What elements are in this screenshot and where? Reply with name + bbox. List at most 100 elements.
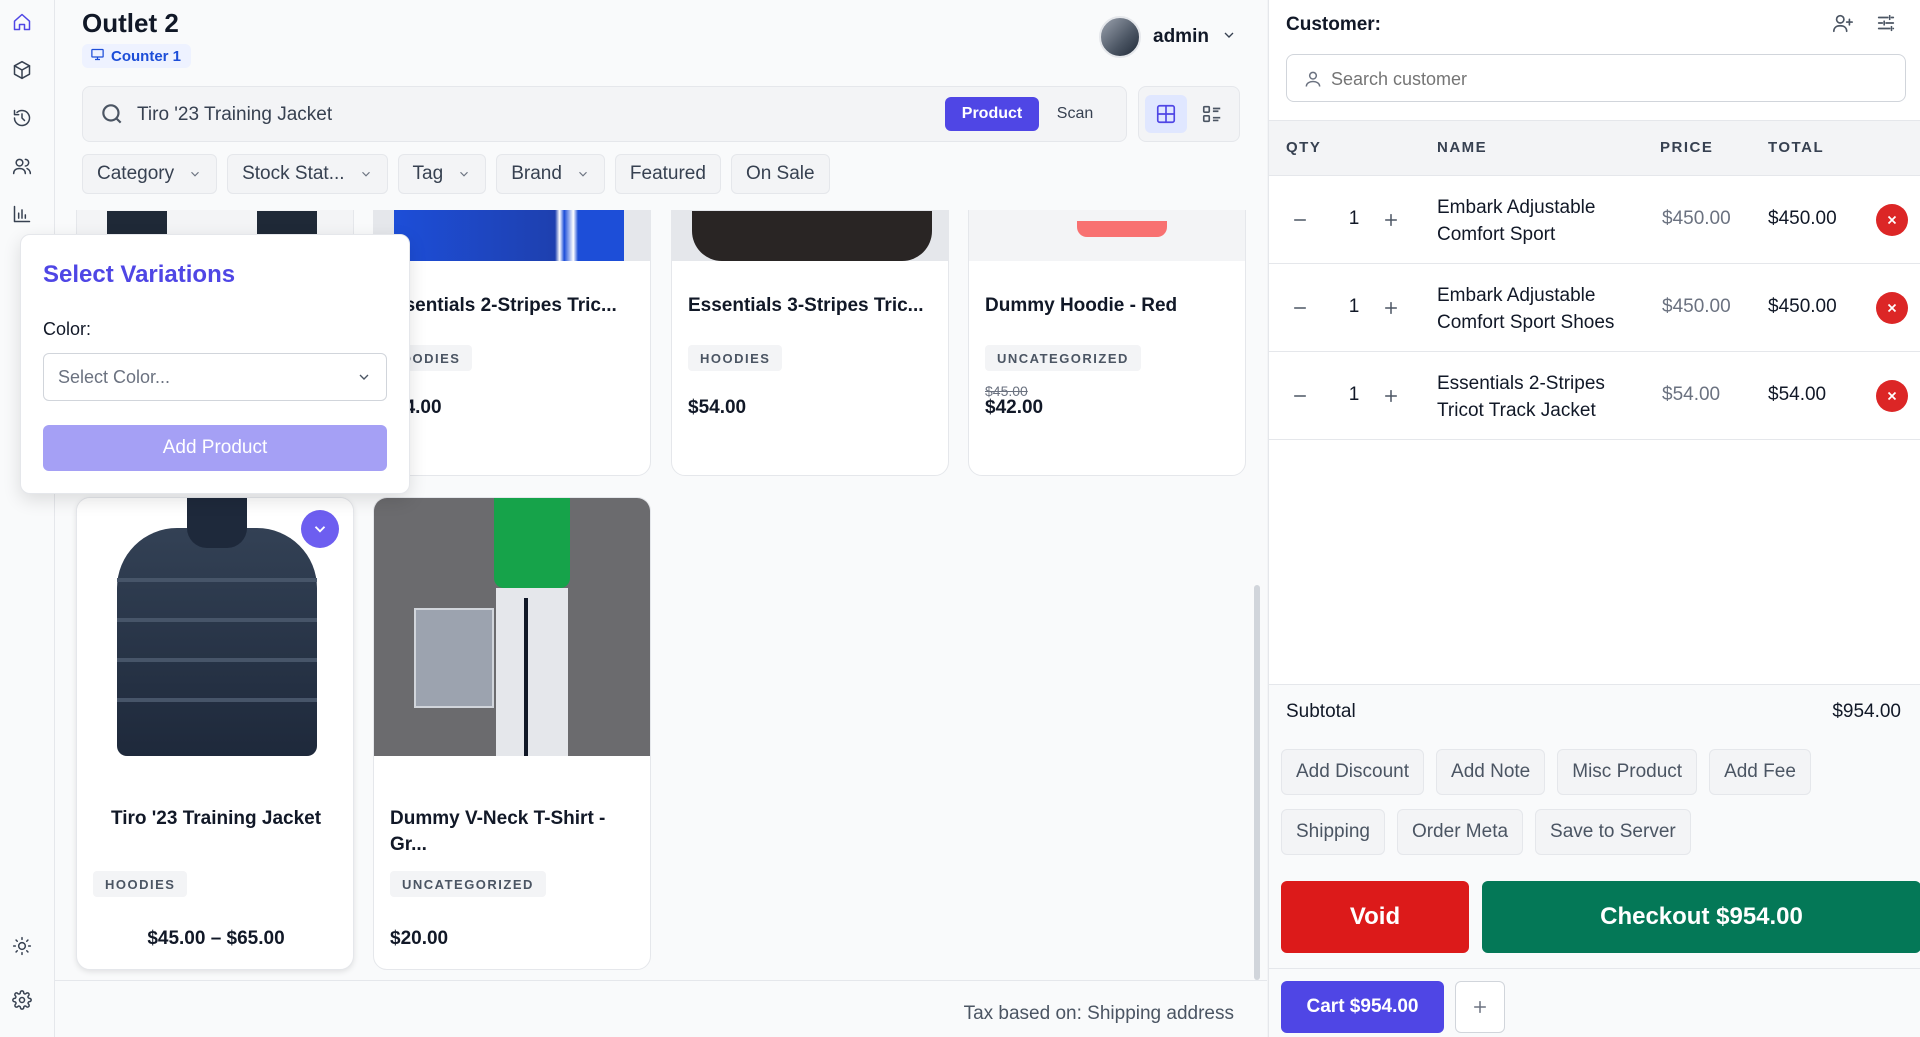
product-title: Tiro '23 Training Jacket [110, 808, 322, 829]
item-price: $54.00 [1662, 384, 1721, 405]
cart-summary: Subtotal $954.00 Add Discount Add Note M… [1269, 684, 1920, 1037]
add-fee-button[interactable]: Add Fee [1709, 749, 1811, 795]
color-select-value: Select Color... [58, 366, 171, 387]
filter-brand[interactable]: Brand [496, 154, 605, 194]
customers-icon[interactable] [10, 154, 34, 178]
settings-gear-icon[interactable] [10, 988, 34, 1012]
misc-product-button[interactable]: Misc Product [1557, 749, 1698, 795]
avatar [1099, 16, 1141, 58]
product-card[interactable]: Essentials 3-Stripes Tric... HOODIES $54… [671, 210, 949, 476]
cart-line-item: 1 Embark Adjustable Comfort Sport Shoes … [1269, 264, 1920, 352]
decrease-qty-button[interactable] [1288, 208, 1312, 232]
column-qty: QTY [1286, 139, 1322, 156]
chevron-down-icon [359, 374, 369, 380]
column-total: TOTAL [1768, 139, 1825, 156]
add-product-button[interactable]: Add Product [43, 425, 387, 471]
cart-line-item: 1 Embark Adjustable Comfort Sport $450.0… [1269, 176, 1920, 264]
select-variations-popup: Select Variations Color: Select Color...… [20, 234, 410, 494]
item-qty[interactable]: 1 [1339, 208, 1369, 230]
product-category: UNCATEGORIZED [985, 345, 1141, 371]
popup-title: Select Variations [43, 261, 236, 288]
cart-actions-row: Shipping Order Meta Save to Server [1281, 809, 1691, 855]
increase-qty-button[interactable] [1379, 296, 1403, 320]
void-button[interactable]: Void [1281, 881, 1469, 953]
product-image [969, 210, 1245, 261]
chevron-down-icon [191, 171, 200, 177]
remove-item-button[interactable] [1876, 204, 1908, 236]
plus-icon [1385, 390, 1397, 402]
product-card[interactable]: ssentials 2-Stripes Tric... HOODIES 54.0… [373, 210, 651, 476]
list-icon [1202, 105, 1221, 123]
view-toggle [1138, 86, 1240, 142]
footer-bar: Tax based on: Shipping address [55, 980, 1267, 1037]
monitor-icon [90, 47, 105, 66]
product-card[interactable]: Dummy V-Neck T-Shirt - Gr... UNCATEGORIZ… [373, 497, 651, 970]
product-card[interactable]: Tiro '23 Training Jacket HOODIES $45.00 … [76, 497, 354, 970]
filter-category[interactable]: Category [82, 154, 218, 194]
product-image [672, 210, 948, 261]
close-icon [1887, 215, 1897, 225]
search-mode-product-button[interactable]: Product [945, 97, 1039, 131]
save-to-server-button[interactable]: Save to Server [1535, 809, 1691, 855]
cart-tab[interactable]: Cart $954.00 [1281, 981, 1444, 1033]
item-total: $54.00 [1768, 384, 1827, 405]
add-customer-icon[interactable] [1832, 12, 1856, 36]
decrease-qty-button[interactable] [1288, 296, 1312, 320]
cart-panel: Customer: QTY NAME PRICE TOTAL 1 Embark … [1268, 0, 1920, 1037]
products-box-icon[interactable] [10, 58, 34, 82]
list-view-button[interactable] [1191, 95, 1233, 133]
user-menu[interactable]: admin [1099, 16, 1237, 58]
chevron-down-icon [460, 171, 469, 177]
theme-sun-icon[interactable] [10, 934, 34, 958]
plus-icon [1385, 302, 1397, 314]
filter-stock-status[interactable]: Stock Stat... [227, 154, 388, 194]
product-category: HOODIES [688, 345, 783, 371]
increase-qty-button[interactable] [1379, 208, 1403, 232]
product-title: Dummy V-Neck T-Shirt - Gr... [390, 808, 606, 855]
add-cart-button[interactable] [1455, 981, 1505, 1033]
decrease-qty-button[interactable] [1288, 384, 1312, 408]
product-search-input[interactable] [137, 99, 917, 131]
shipping-button[interactable]: Shipping [1281, 809, 1385, 855]
add-discount-button[interactable]: Add Discount [1281, 749, 1425, 795]
home-icon[interactable] [10, 10, 34, 34]
add-note-button[interactable]: Add Note [1436, 749, 1546, 795]
column-price: PRICE [1660, 139, 1714, 156]
chevron-down-icon [578, 171, 587, 177]
color-select[interactable]: Select Color... [43, 353, 387, 401]
product-card[interactable]: Dummy Hoodie - Red UNCATEGORIZED $45.00 … [968, 210, 1246, 476]
cart-table-header: QTY NAME PRICE TOTAL [1269, 120, 1920, 176]
filter-row: Category Stock Stat... Tag Brand Feature… [82, 154, 830, 194]
reports-chart-icon[interactable] [10, 202, 34, 226]
customer-search-input[interactable] [1331, 65, 1891, 93]
history-icon[interactable] [10, 106, 34, 130]
filter-tag[interactable]: Tag [397, 154, 487, 194]
search-mode-scan-button[interactable]: Scan [1045, 97, 1105, 131]
item-price: $450.00 [1662, 296, 1731, 317]
item-price: $450.00 [1662, 208, 1731, 229]
remove-item-button[interactable] [1876, 292, 1908, 324]
customer-label: Customer: [1286, 14, 1382, 35]
plus-icon [1385, 214, 1397, 226]
variation-toggle-button[interactable] [301, 510, 339, 548]
user-name: admin [1153, 26, 1209, 47]
product-title: Dummy Hoodie - Red [985, 295, 1178, 316]
counter-badge[interactable]: Counter 1 [82, 44, 192, 68]
increase-qty-button[interactable] [1379, 384, 1403, 408]
item-name: Embark Adjustable Comfort Sport Shoes [1437, 285, 1615, 333]
chevron-down-icon [314, 526, 326, 533]
filter-on-sale[interactable]: On Sale [730, 154, 830, 194]
sliders-settings-icon[interactable] [1875, 12, 1899, 36]
order-meta-button[interactable]: Order Meta [1396, 809, 1524, 855]
close-icon [1887, 391, 1897, 401]
close-icon [1887, 303, 1897, 313]
sidebar [0, 0, 55, 1037]
checkout-button[interactable]: Checkout $954.00 [1482, 881, 1920, 953]
remove-item-button[interactable] [1876, 380, 1908, 412]
grid-view-button[interactable] [1145, 95, 1187, 133]
filter-featured[interactable]: Featured [614, 154, 721, 194]
scrollbar[interactable] [1254, 585, 1260, 980]
tax-note: Tax based on: Shipping address [963, 1003, 1234, 1024]
item-qty[interactable]: 1 [1339, 384, 1369, 406]
item-qty[interactable]: 1 [1339, 296, 1369, 318]
